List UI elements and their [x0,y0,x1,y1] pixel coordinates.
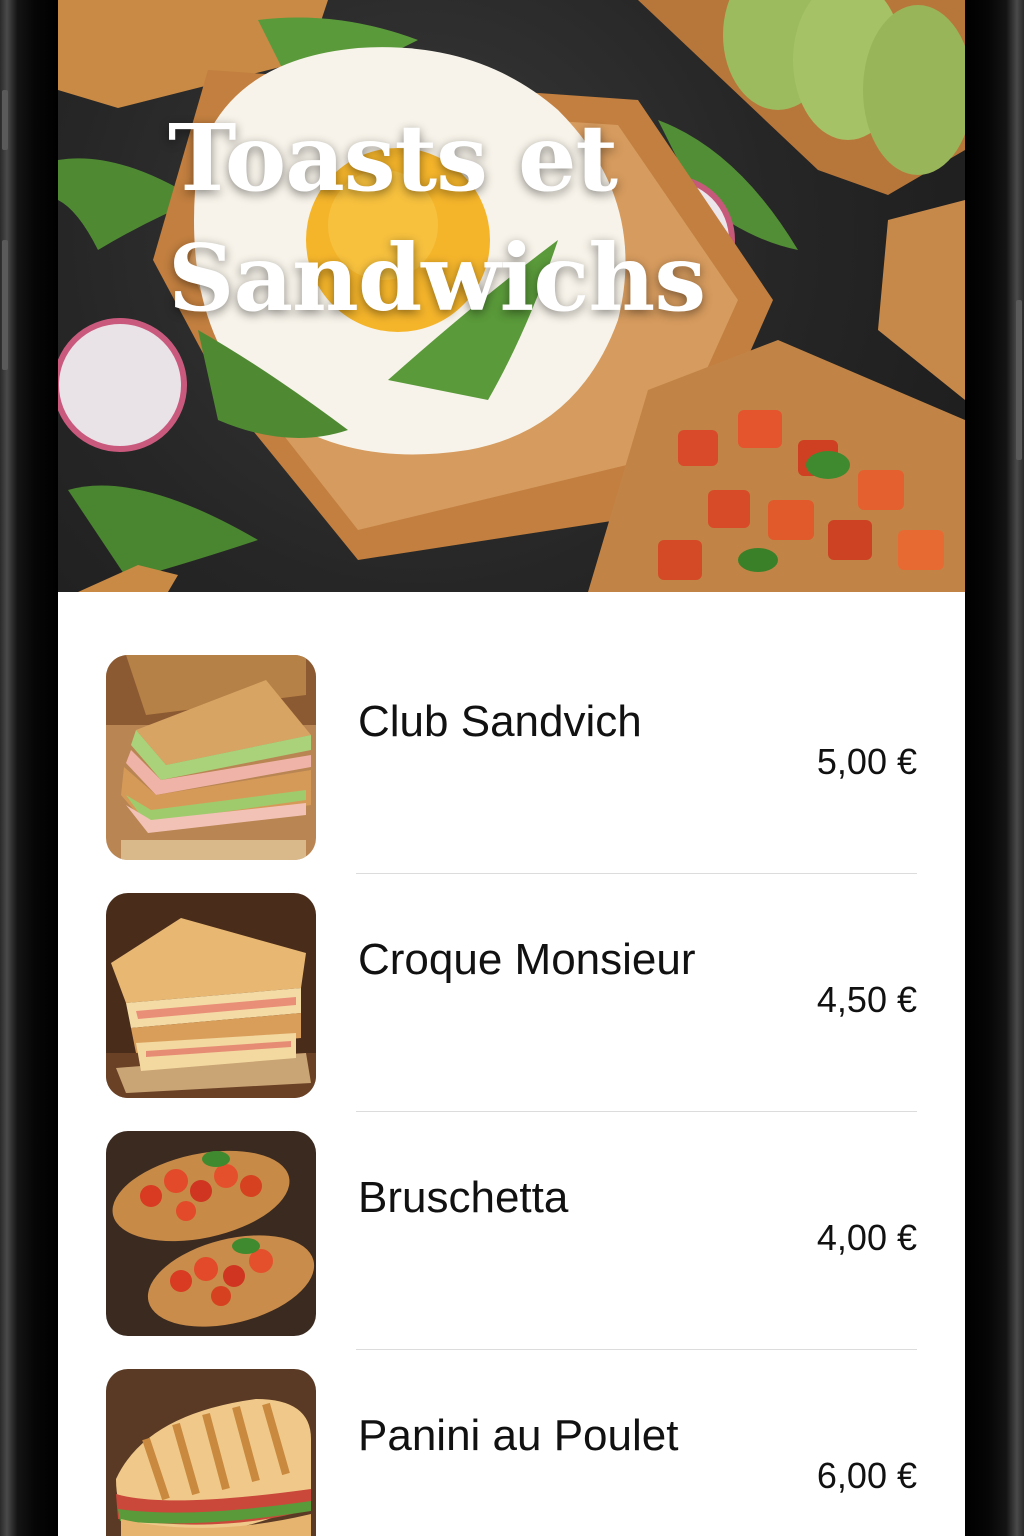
divider [356,1349,917,1350]
item-name: Club Sandvich [358,697,642,746]
phone-frame-right [965,0,1024,1536]
side-button [2,90,8,150]
hero-banner: Toasts et Sandwichs [58,0,965,592]
item-name: Panini au Poulet [358,1411,679,1460]
item-name: Bruschetta [358,1173,569,1222]
divider [356,1111,917,1112]
panini-photo [106,1369,316,1536]
item-price: 5,00 € [816,741,917,782]
item-price: 4,50 € [816,979,917,1020]
item-name: Croque Monsieur [358,935,696,984]
menu-item-panini-poulet[interactable]: Panini au Poulet 6,00 € [58,1369,965,1536]
phone-frame-left [0,0,58,1536]
bruschetta-photo [106,1131,316,1336]
volume-button [2,240,8,370]
menu-item-bruschetta[interactable]: Bruschetta 4,00 € [58,1131,965,1369]
menu-item-croque-monsieur[interactable]: Croque Monsieur 4,50 € [58,893,965,1131]
app-screen: Toasts et Sandwichs Club Sandvich 5,00 €… [58,0,965,1536]
item-price: 4,00 € [816,1217,917,1258]
page-title: Toasts et Sandwichs [168,104,706,332]
item-price: 6,00 € [816,1455,917,1496]
menu-item-club-sandwich[interactable]: Club Sandvich 5,00 € [58,655,965,893]
croque-monsieur-photo [106,893,316,1098]
power-button [1016,300,1022,460]
club-sandwich-photo [106,655,316,860]
divider [356,873,917,874]
